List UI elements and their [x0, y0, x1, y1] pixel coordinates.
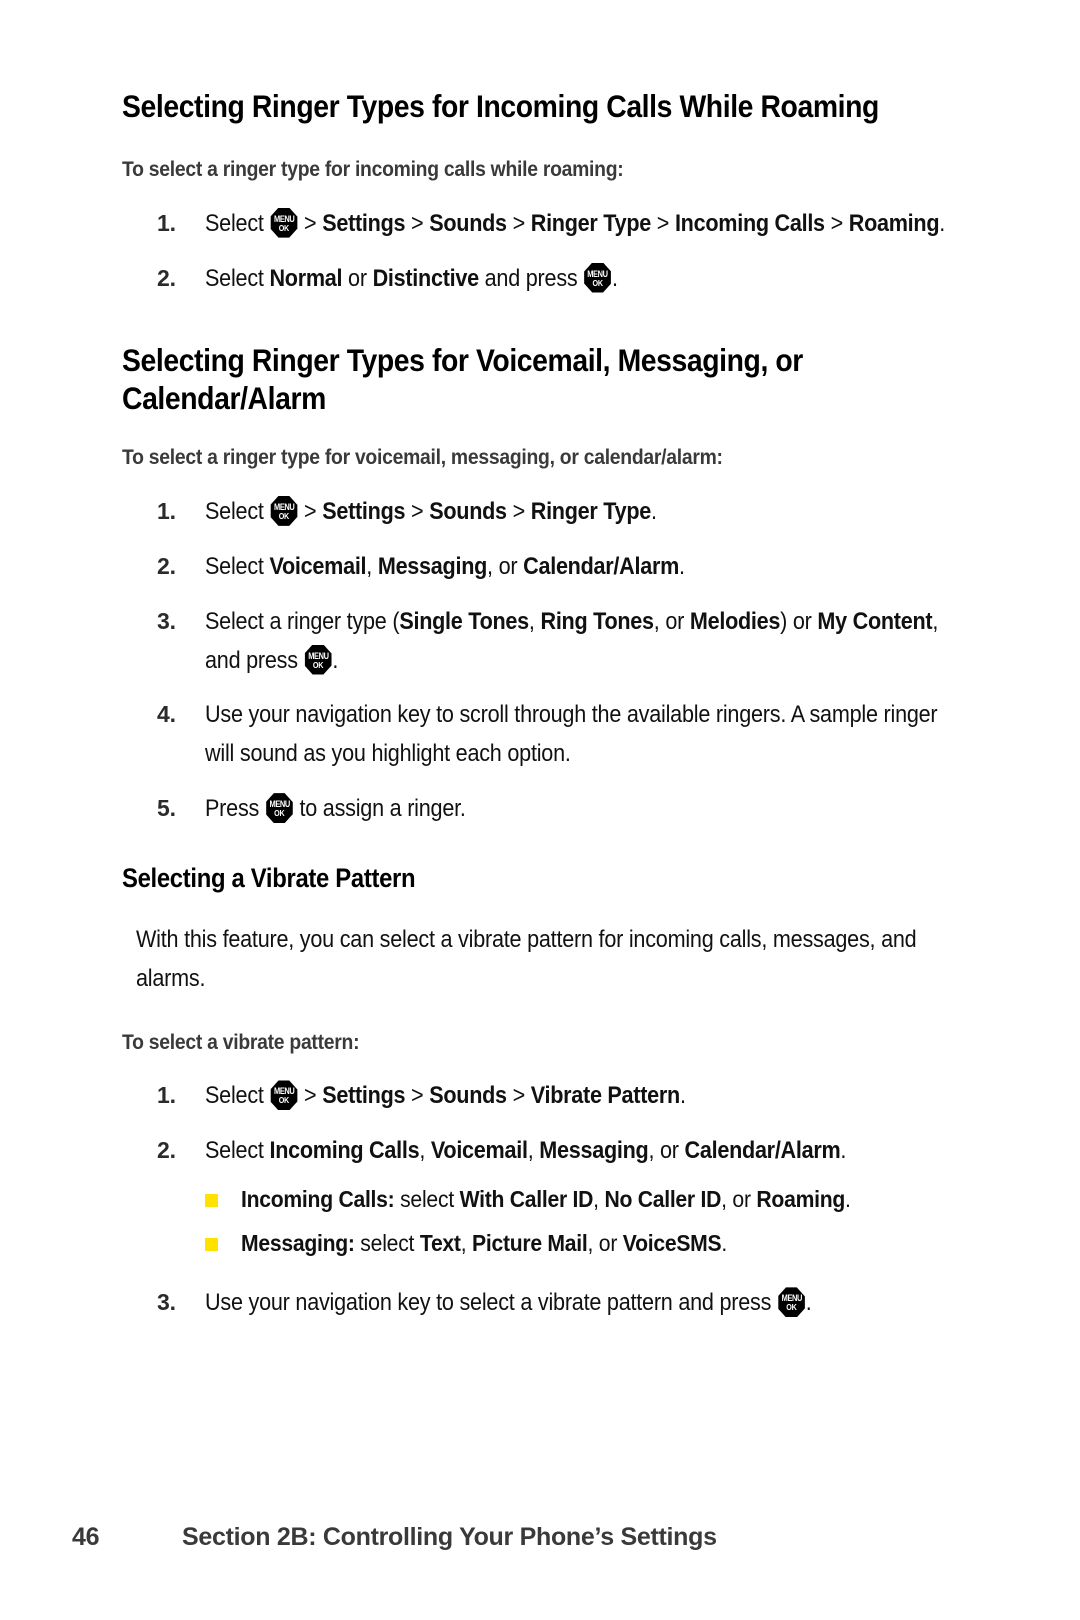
step-number: 1. — [157, 1082, 176, 1109]
page-footer: 46 Section 2B: Controlling Your Phone’s … — [72, 1523, 1002, 1552]
menu-ok-key-icon: MENU OK — [584, 262, 612, 293]
footer-section-title: Section 2B: Controlling Your Phone’s Set… — [182, 1523, 717, 1551]
step-number: 2. — [157, 552, 176, 579]
step-item: 5. Press MENU OK to assign a ringer. — [122, 790, 960, 829]
step-number: 5. — [157, 795, 176, 822]
page-number: 46 — [72, 1523, 100, 1551]
option-voicemail: Voicemail — [430, 1137, 528, 1165]
menu-ok-key-icon: MENU OK — [304, 644, 332, 675]
option-roaming: Roaming — [756, 1186, 846, 1213]
square-bullet-icon — [205, 1237, 218, 1251]
step-item: 1. Select MENU OK > Settings > Sounds > V… — [122, 1077, 960, 1116]
section-intro-vibrate: To select a vibrate pattern: — [122, 1029, 360, 1054]
menu-path-settings: Settings — [322, 497, 406, 525]
menu-ok-key-icon: MENU OK — [270, 207, 298, 238]
option-messaging: Messaging — [539, 1137, 649, 1165]
option-melodies: Melodies — [689, 607, 781, 635]
sub-label-incoming-calls: Incoming Calls: — [241, 1186, 395, 1213]
menu-path-settings: Settings — [322, 1082, 406, 1110]
option-calendar-alarm: Calendar/Alarm — [523, 552, 680, 580]
list-item: Messaging: select Text, Picture Mail, or… — [205, 1225, 960, 1263]
step-item: 2. Select Voicemail, Messaging, or Calen… — [122, 548, 960, 587]
steps-list-vibrate: 1. Select MENU OK > Settings > Sounds > V… — [122, 1077, 960, 1323]
menu-path-settings: Settings — [322, 209, 406, 237]
option-calendar-alarm: Calendar/Alarm — [684, 1137, 841, 1165]
step-item: 2. Select Normal or Distinctive and pres… — [122, 260, 960, 299]
step-number: 2. — [157, 1137, 176, 1164]
menu-ok-key-icon: MENU OK — [777, 1287, 805, 1318]
menu-ok-key-icon: MENU OK — [270, 495, 298, 526]
step-number: 1. — [157, 209, 176, 236]
menu-path-sounds: Sounds — [429, 1082, 507, 1110]
step-number: 1. — [157, 497, 176, 524]
step-text: Press — [205, 795, 265, 823]
menu-ok-key-icon: MENU OK — [265, 793, 293, 824]
option-picture-mail: Picture Mail — [472, 1229, 588, 1256]
step-number: 3. — [157, 607, 176, 634]
step-item: 1. Select MENU OK > Settings > Sounds > R… — [122, 205, 960, 244]
page-content: Selecting Ringer Types for Incoming Call… — [122, 88, 960, 1323]
menu-path-ringer-type: Ringer Type — [530, 209, 652, 237]
step-text: Select — [205, 497, 270, 525]
section-heading-voicemail-messaging: Selecting Ringer Types for Voicemail, Me… — [122, 342, 803, 417]
step-text: Select — [205, 209, 270, 237]
option-with-caller-id: With Caller ID — [459, 1186, 594, 1213]
menu-path-vibrate-pattern: Vibrate Pattern — [530, 1082, 680, 1110]
menu-path-roaming: Roaming — [848, 209, 940, 237]
manual-page: Selecting Ringer Types for Incoming Call… — [0, 0, 1080, 1620]
step-number: 2. — [157, 264, 176, 291]
vibrate-description: With this feature, you can select a vibr… — [136, 925, 917, 992]
step-number: 4. — [157, 701, 176, 728]
option-text: Text — [419, 1229, 461, 1256]
option-messaging: Messaging — [377, 552, 488, 580]
option-ring-tones: Ring Tones — [540, 607, 654, 635]
section-intro-roaming: To select a ringer type for incoming cal… — [122, 156, 624, 181]
option-incoming-calls: Incoming Calls — [269, 1137, 420, 1165]
section-heading-vibrate-pattern: Selecting a Vibrate Pattern — [122, 863, 416, 894]
step-item: 2. Select Incoming Calls, Voicemail, Mes… — [122, 1132, 960, 1262]
steps-list-voicemail: 1. Select MENU OK > Settings > Sounds > R… — [122, 493, 960, 829]
option-voicemail: Voicemail — [269, 552, 367, 580]
sub-bullet-list: Incoming Calls: select With Caller ID, N… — [205, 1181, 960, 1262]
step-text: Select a ringer type ( — [205, 607, 400, 635]
option-no-caller-id: No Caller ID — [604, 1186, 722, 1213]
step-item: 1. Select MENU OK > Settings > Sounds > R… — [122, 493, 960, 532]
option-distinctive: Distinctive — [372, 264, 480, 292]
section-intro-voicemail: To select a ringer type for voicemail, m… — [122, 445, 723, 470]
list-item: Incoming Calls: select With Caller ID, N… — [205, 1181, 960, 1219]
menu-ok-key-icon: MENU OK — [270, 1080, 298, 1111]
step-text: Use your navigation key to select a vibr… — [205, 1289, 777, 1317]
step-item: 3. Select a ringer type (Single Tones, R… — [122, 603, 960, 681]
option-voicesms: VoiceSMS — [622, 1229, 722, 1256]
option-normal: Normal — [269, 264, 343, 292]
menu-path-sounds: Sounds — [429, 209, 507, 237]
step-item: 3. Use your navigation key to select a v… — [122, 1284, 960, 1323]
section-heading-roaming: Selecting Ringer Types for Incoming Call… — [122, 88, 879, 124]
menu-path-incoming-calls: Incoming Calls — [674, 209, 825, 237]
sub-label-messaging: Messaging: — [241, 1229, 355, 1256]
square-bullet-icon — [205, 1194, 218, 1208]
step-text: Select — [205, 552, 270, 580]
step-number: 3. — [157, 1289, 176, 1316]
menu-path-sounds: Sounds — [429, 497, 507, 525]
option-single-tones: Single Tones — [399, 607, 529, 635]
step-text: Select — [205, 1082, 270, 1110]
step-item: 4. Use your navigation key to scroll thr… — [122, 696, 960, 774]
option-my-content: My Content — [817, 607, 933, 635]
step-text: Select — [205, 264, 270, 292]
menu-path-ringer-type: Ringer Type — [530, 497, 652, 525]
step-text: Select — [205, 1137, 270, 1165]
step-text: Use your navigation key to scroll throug… — [205, 701, 938, 768]
steps-list-roaming: 1. Select MENU OK > Settings > Sounds > R… — [122, 205, 960, 299]
